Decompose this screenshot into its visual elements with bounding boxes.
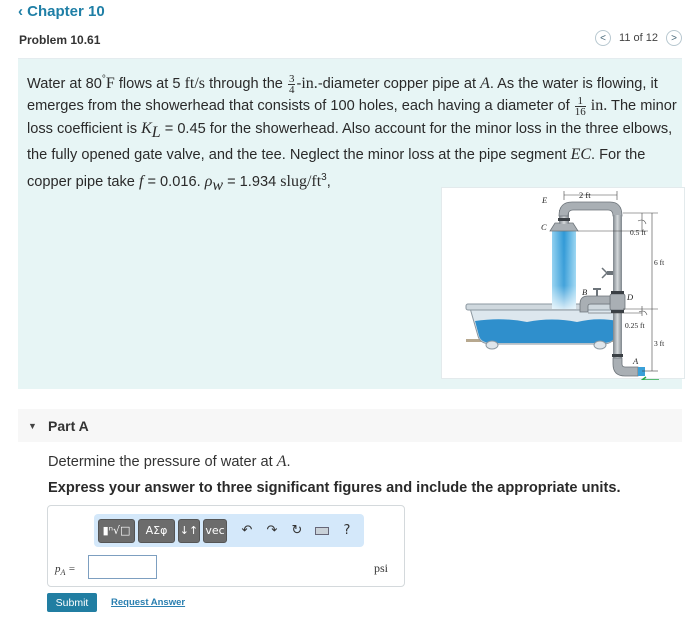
question-text: Determine the pressure of water at xyxy=(48,454,277,470)
unit-ft-per-s: ft/s xyxy=(184,74,206,92)
tub-foot xyxy=(593,340,607,350)
fraction-one-sixteenth: 1 16 xyxy=(574,96,586,118)
keyboard-icon[interactable] xyxy=(311,519,333,543)
answer-instruction: Express your answer to three significant… xyxy=(48,480,621,496)
gate-valve-handle xyxy=(601,267,609,279)
part-a-question: Determine the pressure of water at A. xyxy=(48,453,291,471)
part-a-header[interactable]: ▼ Part A xyxy=(18,409,682,442)
unit-inch: in. xyxy=(586,97,608,115)
pressure-answer-input[interactable] xyxy=(88,555,157,579)
pager: < 11 of 12 > xyxy=(595,30,682,46)
next-problem-button[interactable]: > xyxy=(666,30,682,46)
text: Water at 80 xyxy=(27,75,102,92)
unit-fahrenheit: F xyxy=(105,74,115,92)
tub-water xyxy=(475,319,618,343)
tee-fitting xyxy=(609,293,626,311)
templates-button[interactable]: ▮ⁿ√□ xyxy=(98,518,135,543)
chevron-left-icon: ‹ xyxy=(18,3,28,20)
dimension-05ft: 0.5 ft xyxy=(630,228,647,237)
variable-a: A xyxy=(480,74,490,92)
unit-slug-per-ft3: slug/ft xyxy=(280,172,322,190)
request-answer-link[interactable]: Request Answer xyxy=(111,597,185,608)
text: through the xyxy=(205,75,287,92)
chevron-right-icon: > xyxy=(671,32,677,44)
greek-icon: ΑΣφ xyxy=(145,524,168,537)
dimension-6ft: 6 ft xyxy=(654,258,665,267)
subscript-w: w xyxy=(212,176,224,194)
denominator: 4 xyxy=(288,83,295,96)
math-toolbar: ▮ⁿ√□ ΑΣφ ↓↑ vec ↶ ↷ ↻ ? xyxy=(94,514,364,547)
caret-down-icon: ▼ xyxy=(28,420,37,431)
text: = 1.934 xyxy=(223,173,281,190)
faucet-handle xyxy=(593,288,601,296)
unit-inch: in. xyxy=(301,74,318,92)
label-a: A xyxy=(632,356,639,366)
dimension-025ft: 0.25 ft xyxy=(625,321,645,330)
water-stream-fade xyxy=(552,231,576,309)
pipe-joint xyxy=(612,354,623,357)
flow-arrow-icon xyxy=(640,376,659,384)
greek-symbols-button[interactable]: ΑΣφ xyxy=(138,518,175,543)
help-icon: ? xyxy=(343,523,351,538)
fraction-three-quarters: 34 xyxy=(287,72,296,96)
bathtub-rim xyxy=(465,303,625,311)
label-d: D xyxy=(626,292,634,302)
showerhead xyxy=(549,222,579,232)
chevron-left-icon: < xyxy=(600,32,606,44)
dimension-3ft: 3 ft xyxy=(654,339,665,348)
previous-problem-button[interactable]: < xyxy=(595,30,612,46)
text: -diameter copper pipe at xyxy=(317,75,481,92)
part-a-title: Part A xyxy=(48,417,89,434)
inlet-water xyxy=(638,367,645,376)
numerator: 3 xyxy=(287,72,296,85)
variable-a: A xyxy=(276,453,287,470)
problem-title: Problem 10.61 xyxy=(19,33,101,47)
vertical-pipe xyxy=(613,215,622,365)
text: flows at 5 xyxy=(114,75,185,92)
denominator: 16 xyxy=(574,106,586,118)
reset-icon[interactable]: ↻ xyxy=(286,519,308,543)
answer-unit: psi xyxy=(374,561,389,575)
pipe-joint xyxy=(611,291,624,294)
vec-label: vec xyxy=(205,524,225,537)
variable-k: K xyxy=(141,119,152,137)
shower-pipe-diagram: 2 ft 0.5 ft 6 ft 0.25 ft 3 ft E C B D A xyxy=(441,187,685,384)
back-to-chapter-link[interactable]: ‹ Chapter 10 xyxy=(18,3,105,20)
templates-icon: ▮ⁿ√□ xyxy=(102,524,131,537)
label-e: E xyxy=(541,195,548,205)
variable-ec: EC xyxy=(570,146,592,164)
equals-sign: = xyxy=(65,563,76,575)
pipe-elbow-top xyxy=(558,201,623,217)
pipe-joint xyxy=(611,310,624,313)
undo-icon[interactable]: ↶ xyxy=(236,519,258,543)
text: = 0.016. xyxy=(143,173,205,190)
subscript-superscript-button[interactable]: ↓↑ xyxy=(178,518,200,543)
problem-text: Water at 80°F flows at 5 ft/s through th… xyxy=(27,69,677,197)
help-button[interactable]: ? xyxy=(336,519,358,543)
dimension-2ft: 2 ft xyxy=(579,190,591,200)
vector-button[interactable]: vec xyxy=(203,518,227,543)
subscript-l: L xyxy=(151,123,161,141)
pager-status: 11 of 12 xyxy=(619,32,658,44)
label-c: C xyxy=(541,222,547,232)
tub-foot xyxy=(485,340,499,350)
diagram-svg: 2 ft 0.5 ft 6 ft 0.25 ft 3 ft E C B D A xyxy=(465,190,665,384)
answer-panel: ▮ⁿ√□ ΑΣφ ↓↑ vec ↶ ↷ ↻ ? pA = psi xyxy=(47,505,405,587)
answer-variable-label: pA = xyxy=(55,563,76,577)
redo-icon[interactable]: ↷ xyxy=(261,519,283,543)
back-link-label: Chapter 10 xyxy=(27,3,105,20)
sort-arrows-icon: ↓↑ xyxy=(179,524,199,537)
submit-button[interactable]: Submit xyxy=(47,593,97,612)
label-b: B xyxy=(582,287,587,297)
pipe-joint xyxy=(558,218,570,221)
question-text: . xyxy=(286,454,291,470)
text: , xyxy=(326,173,331,190)
